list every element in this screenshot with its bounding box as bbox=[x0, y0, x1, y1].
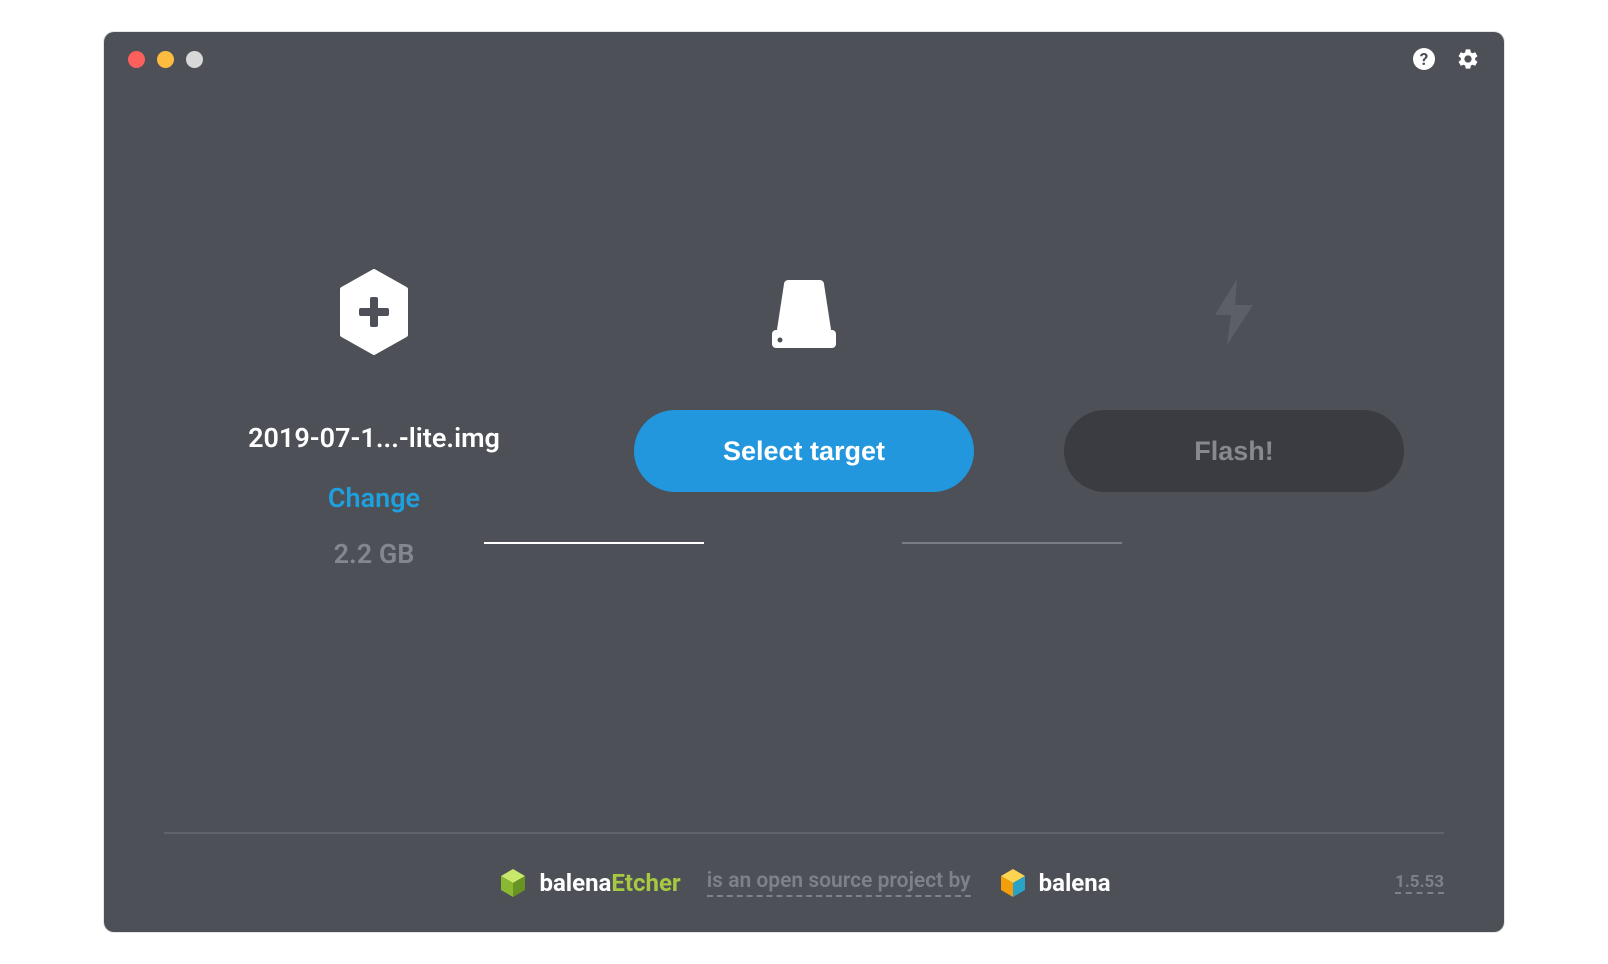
file-size: 2.2 GB bbox=[334, 538, 415, 570]
app-window: ? 2019-07-1...-lite.img Cha bbox=[104, 32, 1504, 932]
brand-balena: balena bbox=[539, 869, 611, 897]
header-actions: ? bbox=[1412, 47, 1480, 71]
steps-row: 2019-07-1...-lite.img Change 2.2 GB Sele… bbox=[204, 262, 1404, 570]
version-label[interactable]: 1.5.53 bbox=[1395, 872, 1444, 894]
step-select-image: 2019-07-1...-lite.img Change 2.2 GB bbox=[204, 262, 544, 570]
change-image-link[interactable]: Change bbox=[328, 482, 420, 514]
cube-icon-green bbox=[497, 867, 529, 899]
flash-button[interactable]: Flash! bbox=[1064, 410, 1404, 492]
brand-company: balena bbox=[1039, 869, 1111, 897]
traffic-lights bbox=[128, 51, 203, 68]
plus-hexagon-icon bbox=[336, 269, 412, 355]
titlebar: ? bbox=[104, 32, 1504, 86]
footer: balenaEtcher is an open source project b… bbox=[164, 832, 1444, 932]
selected-filename: 2019-07-1...-lite.img bbox=[248, 422, 500, 454]
step-flash: Flash! bbox=[1064, 262, 1404, 492]
brand-etcher: Etcher bbox=[611, 869, 680, 897]
step-select-target: Select target bbox=[634, 262, 974, 492]
balena-logo[interactable]: balena bbox=[997, 867, 1111, 899]
maximize-button[interactable] bbox=[186, 51, 203, 68]
drive-icon bbox=[766, 274, 842, 350]
etcher-logo[interactable]: balenaEtcher bbox=[497, 867, 680, 899]
flash-icon bbox=[1209, 277, 1259, 347]
footer-content: balenaEtcher is an open source project b… bbox=[497, 867, 1110, 899]
help-icon[interactable]: ? bbox=[1412, 47, 1436, 71]
gear-icon[interactable] bbox=[1456, 47, 1480, 71]
cube-icon-orange bbox=[997, 867, 1029, 899]
connector-2 bbox=[902, 542, 1122, 544]
main-content: 2019-07-1...-lite.img Change 2.2 GB Sele… bbox=[104, 262, 1504, 570]
close-button[interactable] bbox=[128, 51, 145, 68]
select-target-button[interactable]: Select target bbox=[634, 410, 974, 492]
footer-tagline: is an open source project by bbox=[707, 869, 971, 897]
minimize-button[interactable] bbox=[157, 51, 174, 68]
svg-text:?: ? bbox=[1420, 50, 1428, 70]
